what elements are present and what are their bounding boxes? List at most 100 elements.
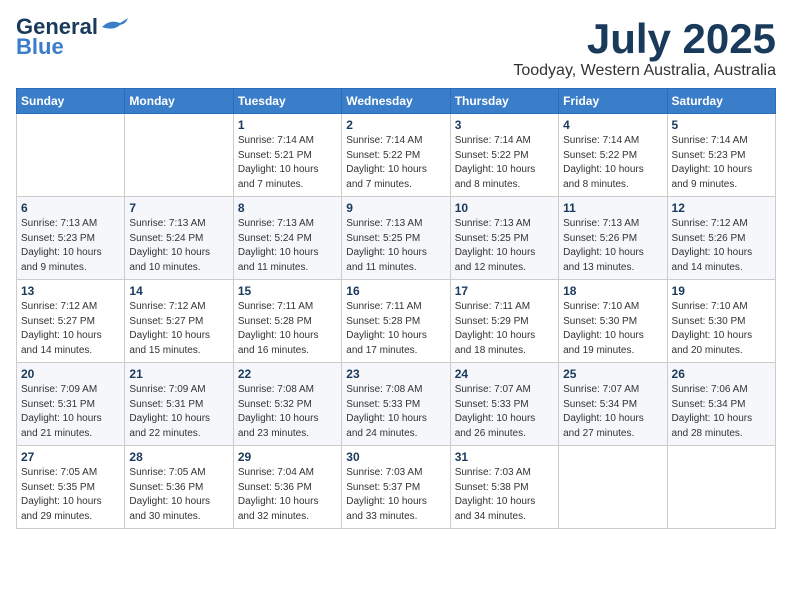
day-info: Sunrise: 7:11 AM Sunset: 5:28 PM Dayligh… [238, 300, 337, 358]
day-info: Sunrise: 7:13 AM Sunset: 5:25 PM Dayligh… [455, 217, 554, 275]
day-cell: 2 Sunrise: 7:14 AM Sunset: 5:22 PM Daylig… [342, 114, 450, 197]
day-number: 10 [455, 201, 554, 215]
week-row-2: 6Sunrise: 7:13 AM Sunset: 5:23 PM Daylig… [17, 197, 776, 280]
day-number: 8 [238, 201, 337, 215]
day-info: Sunrise: 7:04 AM Sunset: 5:36 PM Dayligh… [238, 466, 337, 524]
day-info: Sunrise: 7:11 AM Sunset: 5:29 PM Dayligh… [455, 300, 554, 358]
day-number: 14 [129, 284, 228, 298]
day-cell: 18 Sunrise: 7:10 AM Sunset: 5:30 PM Dayli… [559, 280, 667, 363]
day-cell: 8Sunrise: 7:13 AM Sunset: 5:24 PM Daylig… [233, 197, 341, 280]
day-cell [17, 114, 125, 197]
day-cell: 29 Sunrise: 7:04 AM Sunset: 5:36 PM Dayli… [233, 446, 341, 529]
day-cell [667, 446, 775, 529]
day-number: 20 [21, 367, 120, 381]
day-cell: 24Sunrise: 7:07 AM Sunset: 5:33 PM Dayli… [450, 363, 558, 446]
day-cell: 28 Sunrise: 7:05 AM Sunset: 5:36 PM Dayli… [125, 446, 233, 529]
weekday-header-thursday: Thursday [450, 89, 558, 114]
day-info: Sunrise: 7:09 AM Sunset: 5:31 PM Dayligh… [129, 383, 228, 441]
day-cell: 4Sunrise: 7:14 AM Sunset: 5:22 PM Daylig… [559, 114, 667, 197]
day-cell: 22Sunrise: 7:08 AM Sunset: 5:32 PM Dayli… [233, 363, 341, 446]
page-header: General Blue July 2025 Toodyay, Western … [16, 16, 776, 80]
day-cell: 12 Sunrise: 7:12 AM Sunset: 5:26 PM Dayli… [667, 197, 775, 280]
day-info: Sunrise: 7:13 AM Sunset: 5:26 PM Dayligh… [563, 217, 662, 275]
week-row-5: 27 Sunrise: 7:05 AM Sunset: 5:35 PM Dayli… [17, 446, 776, 529]
day-info: Sunrise: 7:12 AM Sunset: 5:27 PM Dayligh… [129, 300, 228, 358]
day-cell: 5 Sunrise: 7:14 AM Sunset: 5:23 PM Daylig… [667, 114, 775, 197]
day-cell: 9 Sunrise: 7:13 AM Sunset: 5:25 PM Daylig… [342, 197, 450, 280]
day-cell: 15 Sunrise: 7:11 AM Sunset: 5:28 PM Dayli… [233, 280, 341, 363]
day-number: 27 [21, 450, 120, 464]
day-number: 26 [672, 367, 771, 381]
day-number: 16 [346, 284, 445, 298]
day-info: Sunrise: 7:07 AM Sunset: 5:34 PM Dayligh… [563, 383, 662, 441]
day-info: Sunrise: 7:06 AM Sunset: 5:34 PM Dayligh… [672, 383, 771, 441]
day-number: 2 [346, 118, 445, 132]
day-info: Sunrise: 7:03 AM Sunset: 5:38 PM Dayligh… [455, 466, 554, 524]
day-cell: 23 Sunrise: 7:08 AM Sunset: 5:33 PM Dayli… [342, 363, 450, 446]
day-number: 5 [672, 118, 771, 132]
day-number: 29 [238, 450, 337, 464]
day-cell: 21 Sunrise: 7:09 AM Sunset: 5:31 PM Dayli… [125, 363, 233, 446]
day-info: Sunrise: 7:11 AM Sunset: 5:28 PM Dayligh… [346, 300, 445, 358]
day-number: 15 [238, 284, 337, 298]
day-cell: 19Sunrise: 7:10 AM Sunset: 5:30 PM Dayli… [667, 280, 775, 363]
day-info: Sunrise: 7:14 AM Sunset: 5:23 PM Dayligh… [672, 134, 771, 192]
day-info: Sunrise: 7:13 AM Sunset: 5:25 PM Dayligh… [346, 217, 445, 275]
day-number: 21 [129, 367, 228, 381]
day-number: 12 [672, 201, 771, 215]
day-cell: 30 Sunrise: 7:03 AM Sunset: 5:37 PM Dayli… [342, 446, 450, 529]
day-cell: 7 Sunrise: 7:13 AM Sunset: 5:24 PM Daylig… [125, 197, 233, 280]
day-cell: 13 Sunrise: 7:12 AM Sunset: 5:27 PM Dayli… [17, 280, 125, 363]
day-number: 28 [129, 450, 228, 464]
weekday-header-sunday: Sunday [17, 89, 125, 114]
day-cell [125, 114, 233, 197]
logo-bird-icon [100, 17, 130, 37]
day-info: Sunrise: 7:14 AM Sunset: 5:22 PM Dayligh… [563, 134, 662, 192]
day-number: 30 [346, 450, 445, 464]
day-cell: 17 Sunrise: 7:11 AM Sunset: 5:29 PM Dayli… [450, 280, 558, 363]
location-title: Toodyay, Western Australia, Australia [513, 62, 776, 80]
day-number: 18 [563, 284, 662, 298]
day-cell: 14 Sunrise: 7:12 AM Sunset: 5:27 PM Dayli… [125, 280, 233, 363]
day-info: Sunrise: 7:08 AM Sunset: 5:33 PM Dayligh… [346, 383, 445, 441]
day-cell: 25 Sunrise: 7:07 AM Sunset: 5:34 PM Dayli… [559, 363, 667, 446]
day-cell: 20 Sunrise: 7:09 AM Sunset: 5:31 PM Dayli… [17, 363, 125, 446]
day-number: 7 [129, 201, 228, 215]
day-info: Sunrise: 7:09 AM Sunset: 5:31 PM Dayligh… [21, 383, 120, 441]
day-info: Sunrise: 7:08 AM Sunset: 5:32 PM Dayligh… [238, 383, 337, 441]
day-info: Sunrise: 7:14 AM Sunset: 5:22 PM Dayligh… [346, 134, 445, 192]
day-cell: 16 Sunrise: 7:11 AM Sunset: 5:28 PM Dayli… [342, 280, 450, 363]
week-row-1: 1Sunrise: 7:14 AM Sunset: 5:21 PM Daylig… [17, 114, 776, 197]
day-info: Sunrise: 7:05 AM Sunset: 5:35 PM Dayligh… [21, 466, 120, 524]
day-number: 13 [21, 284, 120, 298]
day-number: 25 [563, 367, 662, 381]
day-cell: 27 Sunrise: 7:05 AM Sunset: 5:35 PM Dayli… [17, 446, 125, 529]
day-cell: 31Sunrise: 7:03 AM Sunset: 5:38 PM Dayli… [450, 446, 558, 529]
day-cell: 6Sunrise: 7:13 AM Sunset: 5:23 PM Daylig… [17, 197, 125, 280]
day-number: 23 [346, 367, 445, 381]
day-info: Sunrise: 7:03 AM Sunset: 5:37 PM Dayligh… [346, 466, 445, 524]
day-info: Sunrise: 7:12 AM Sunset: 5:27 PM Dayligh… [21, 300, 120, 358]
day-number: 9 [346, 201, 445, 215]
day-info: Sunrise: 7:14 AM Sunset: 5:22 PM Dayligh… [455, 134, 554, 192]
day-number: 1 [238, 118, 337, 132]
weekday-header-tuesday: Tuesday [233, 89, 341, 114]
day-info: Sunrise: 7:05 AM Sunset: 5:36 PM Dayligh… [129, 466, 228, 524]
day-number: 17 [455, 284, 554, 298]
day-cell: 11Sunrise: 7:13 AM Sunset: 5:26 PM Dayli… [559, 197, 667, 280]
day-info: Sunrise: 7:13 AM Sunset: 5:24 PM Dayligh… [129, 217, 228, 275]
day-cell: 26 Sunrise: 7:06 AM Sunset: 5:34 PM Dayli… [667, 363, 775, 446]
weekday-header-wednesday: Wednesday [342, 89, 450, 114]
logo-blue: Blue [16, 34, 64, 60]
day-cell: 3Sunrise: 7:14 AM Sunset: 5:22 PM Daylig… [450, 114, 558, 197]
month-title: July 2025 [513, 16, 776, 62]
day-info: Sunrise: 7:13 AM Sunset: 5:23 PM Dayligh… [21, 217, 120, 275]
day-info: Sunrise: 7:10 AM Sunset: 5:30 PM Dayligh… [563, 300, 662, 358]
week-row-4: 20 Sunrise: 7:09 AM Sunset: 5:31 PM Dayli… [17, 363, 776, 446]
day-number: 19 [672, 284, 771, 298]
day-info: Sunrise: 7:12 AM Sunset: 5:26 PM Dayligh… [672, 217, 771, 275]
week-row-3: 13 Sunrise: 7:12 AM Sunset: 5:27 PM Dayli… [17, 280, 776, 363]
day-info: Sunrise: 7:07 AM Sunset: 5:33 PM Dayligh… [455, 383, 554, 441]
day-cell: 1Sunrise: 7:14 AM Sunset: 5:21 PM Daylig… [233, 114, 341, 197]
weekday-header-monday: Monday [125, 89, 233, 114]
